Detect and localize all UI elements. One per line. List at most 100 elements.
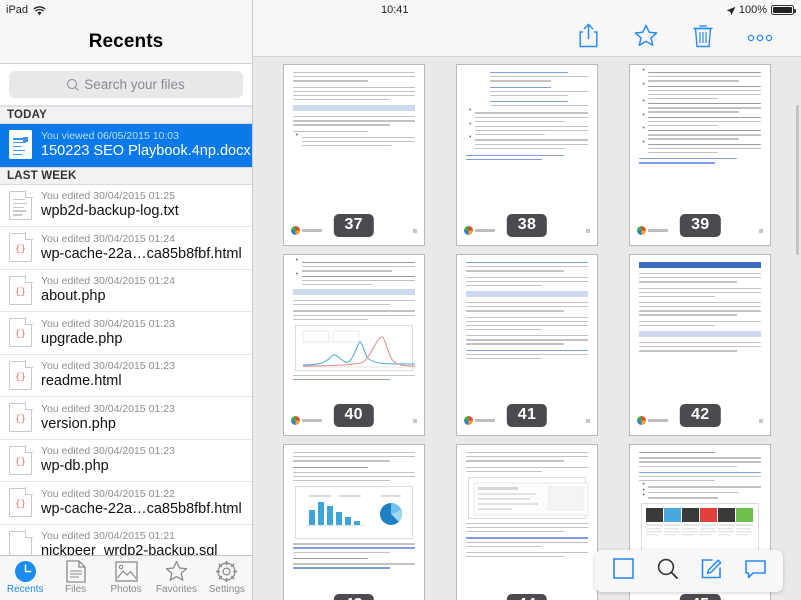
list-item[interactable]: {} You edited 30/04/2015 01:23 version.p…	[0, 397, 252, 440]
tab-files[interactable]: Files	[50, 556, 100, 595]
page-corner-mark	[412, 229, 417, 233]
share-button[interactable]	[560, 21, 617, 55]
page-thumbnail[interactable]: 41	[455, 254, 598, 436]
tab-label: Favorites	[155, 584, 197, 595]
tab-recents[interactable]: Recents	[0, 556, 50, 595]
list-item-name: wpb2d-backup-log.txt	[41, 203, 179, 220]
device-label: iPad	[6, 4, 29, 16]
page-thumbnail[interactable]: 44	[455, 444, 598, 600]
favorite-button[interactable]	[617, 21, 674, 55]
page-thumbnail[interactable]: 39	[629, 64, 772, 246]
code-file-icon: {}	[9, 232, 33, 263]
list-item[interactable]: You viewed 06/05/2015 10:03 150223 SEO P…	[0, 124, 252, 167]
tab-favorites[interactable]: Favorites	[151, 556, 201, 595]
thumbnail-cell[interactable]: 42	[614, 254, 787, 436]
thumbnail-cell[interactable]: 43	[267, 444, 440, 600]
more-button[interactable]	[731, 21, 788, 55]
page-number-badge: 45	[680, 594, 721, 600]
document-viewer: 10:41 100% • 37 • • • 38 • • • • • • 39 …	[253, 0, 801, 600]
page-thumbnail[interactable]: 40	[282, 254, 425, 436]
status-bar-right: 10:41 100%	[253, 0, 801, 20]
list-item-subtitle: You edited 30/04/2015 01:25	[41, 190, 175, 203]
list-item-name: readme.html	[41, 373, 122, 390]
page-number-badge: 44	[506, 594, 548, 600]
page-number-badge: 38	[506, 214, 548, 237]
list-item-name: upgrade.php	[41, 330, 123, 347]
thumbnail-cell[interactable]: 39	[614, 64, 787, 246]
logo-watermark	[290, 416, 322, 425]
page-view-button[interactable]	[601, 550, 645, 592]
logo-watermark	[637, 226, 669, 235]
list-item-subtitle: You viewed 06/05/2015 10:03	[41, 129, 179, 142]
search-input[interactable]: Search your files	[9, 71, 243, 98]
file-list[interactable]: TODAY You viewed 06/05/2015 10:03 150223…	[0, 106, 252, 555]
wifi-icon	[33, 6, 46, 16]
section-header-last-week: LAST WEEK	[0, 166, 252, 185]
battery-full-icon	[771, 5, 796, 15]
comment-button[interactable]	[733, 550, 777, 592]
logo-watermark	[637, 416, 669, 425]
list-item-subtitle: You edited 30/04/2015 01:24	[41, 232, 175, 245]
clock-icon	[12, 559, 38, 583]
section-header-today: TODAY	[0, 106, 252, 124]
pencil-square-icon	[700, 557, 723, 585]
list-item-name: version.php	[41, 415, 116, 432]
status-time: 10:41	[381, 4, 409, 16]
thumbnail-cell[interactable]: 40	[267, 254, 440, 436]
screenshot-box-thumbnail	[467, 476, 589, 519]
thumbnail-cell[interactable]: 44	[440, 444, 613, 600]
list-item-name: nickpeer_wrdp2-backup.sql	[41, 543, 218, 555]
search-icon	[656, 557, 679, 585]
line-chart-thumbnail	[294, 324, 415, 371]
bar-pie-chart-thumbnail	[294, 486, 413, 540]
list-item[interactable]: {} You edited 30/04/2015 01:22 wp-cache-…	[0, 482, 252, 525]
thumbnail-cell[interactable]: 41	[440, 254, 613, 436]
page-thumbnail[interactable]: 37	[282, 64, 425, 246]
logo-watermark	[463, 416, 495, 425]
floating-toolbar	[595, 550, 783, 592]
list-item[interactable]: You edited 30/04/2015 01:21 nickpeer_wrd…	[0, 524, 252, 555]
page-title: Recents	[88, 30, 164, 52]
list-item[interactable]: {} You edited 30/04/2015 01:23 wp-db.php	[0, 439, 252, 482]
list-item-subtitle: You edited 30/04/2015 01:21	[41, 530, 175, 543]
persona-cards-thumbnail	[641, 502, 760, 552]
list-item[interactable]: {} You edited 30/04/2015 01:24 wp-cache-…	[0, 227, 252, 270]
square-outline-icon	[612, 557, 635, 585]
share-up-arrow-icon	[578, 23, 599, 53]
sidebar: iPad Recents Search your files TODAY You…	[0, 0, 253, 600]
list-item[interactable]: {} You edited 30/04/2015 01:23 upgrade.p…	[0, 312, 252, 355]
list-item[interactable]: {} You edited 30/04/2015 01:23 readme.ht…	[0, 354, 252, 397]
page-thumbnail[interactable]: 42	[629, 254, 772, 436]
page-number-badge: 43	[333, 594, 374, 600]
list-item-name: 150223 SEO Playbook.4np.docx	[41, 142, 251, 159]
tab-photos[interactable]: Photos	[101, 556, 151, 595]
logo-watermark	[463, 226, 495, 235]
delete-button[interactable]	[674, 21, 731, 55]
annotate-button[interactable]	[689, 550, 733, 592]
gear-icon	[214, 559, 240, 583]
thumbnail-cell[interactable]: 38	[440, 64, 613, 246]
list-item-subtitle: You edited 30/04/2015 01:22	[41, 487, 175, 500]
search-container: Search your files	[0, 64, 252, 106]
bottom-tab-bar: Recents Files Photos Favorites Settings	[0, 555, 252, 600]
tab-settings[interactable]: Settings	[202, 556, 252, 595]
list-item[interactable]: {} You edited 30/04/2015 01:24 about.php	[0, 269, 252, 312]
page-thumbnail[interactable]: 43	[282, 444, 425, 600]
thumbnail-cell[interactable]: 37	[267, 64, 440, 246]
text-file-icon	[9, 189, 33, 220]
vertical-scrollbar[interactable]	[796, 105, 799, 255]
list-item[interactable]: You edited 30/04/2015 01:25 wpb2d-backup…	[0, 184, 252, 227]
page-thumbnail[interactable]: 38	[455, 64, 598, 246]
search-document-button[interactable]	[645, 550, 689, 592]
page-number-badge: 42	[680, 404, 721, 427]
status-bar-left: iPad	[0, 0, 252, 20]
page-corner-mark	[585, 419, 590, 423]
speech-bubble-icon	[744, 558, 767, 585]
tab-label: Recents	[6, 584, 44, 595]
document-toolbar	[253, 20, 801, 57]
page-number-badge: 41	[506, 404, 548, 427]
code-file-icon: {}	[9, 402, 33, 433]
page-thumbnail-grid[interactable]: 37	[253, 57, 801, 600]
page-corner-mark	[759, 419, 764, 423]
trash-icon	[692, 24, 713, 53]
